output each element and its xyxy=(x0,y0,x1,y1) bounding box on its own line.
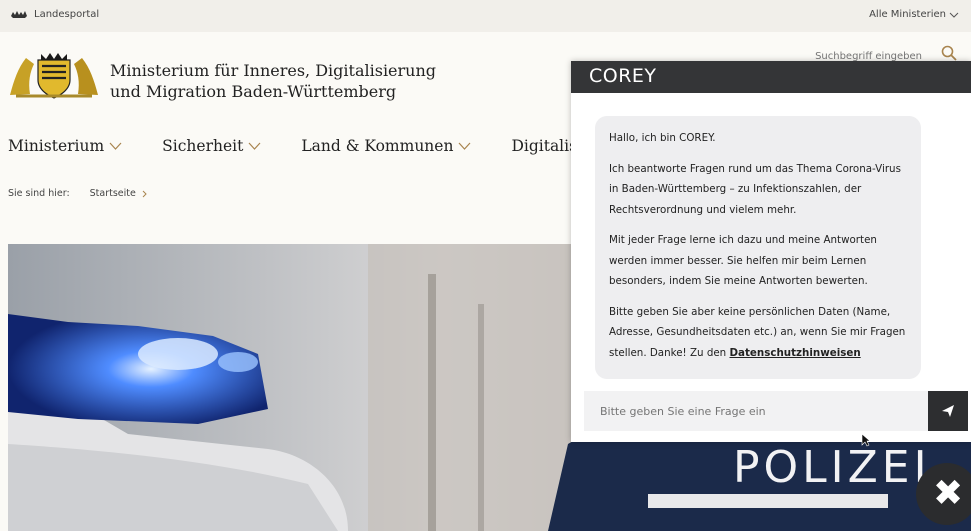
chevron-down-icon xyxy=(459,142,471,150)
landesportal-link[interactable]: Landesportal xyxy=(10,9,99,20)
coat-of-arms-logo[interactable] xyxy=(8,50,100,100)
privacy-link[interactable]: Datenschutzhinweisen xyxy=(730,347,861,359)
paper-plane-icon xyxy=(942,405,954,417)
close-icon: ✖ xyxy=(933,473,964,514)
chat-header: COREY xyxy=(571,61,971,93)
mouse-cursor-icon xyxy=(861,433,871,447)
chevron-down-icon xyxy=(949,12,959,18)
nav-item-label: Sicherheit xyxy=(162,137,244,155)
nav-item-label: Ministerium xyxy=(8,137,105,155)
ministry-title[interactable]: Ministerium für Inneres, Digitalisierung… xyxy=(110,60,436,102)
breadcrumb-home[interactable]: Startseite xyxy=(90,188,147,199)
state-logo-icon xyxy=(11,11,27,18)
top-bar: Landesportal Alle Ministerien xyxy=(0,0,971,32)
ministries-dropdown[interactable]: Alle Ministerien xyxy=(869,9,959,20)
search-icon[interactable] xyxy=(940,44,958,62)
title-line-2: und Migration Baden-Württemberg xyxy=(110,82,397,101)
chat-paragraph: Ich beantworte Fragen rund um das Thema … xyxy=(609,162,901,216)
close-chat-button[interactable]: ✖ xyxy=(916,463,971,525)
chevron-right-icon xyxy=(142,190,147,197)
breadcrumb: Sie sind hier: Startseite xyxy=(8,188,147,199)
nav-item-ministerium[interactable]: Ministerium xyxy=(8,135,122,157)
breadcrumb-home-label: Startseite xyxy=(89,188,136,199)
chat-message-bubble: Hallo, ich bin COREY. Ich beantworte Fra… xyxy=(595,116,921,379)
chatbot-widget: COREY Hallo, ich bin COREY. Ich beantwor… xyxy=(571,61,971,442)
nav-item-sicherheit[interactable]: Sicherheit xyxy=(162,135,261,157)
nav-item-land-kommunen[interactable]: Land & Kommunen xyxy=(301,135,471,157)
nav-item-label: Land & Kommunen xyxy=(301,137,454,155)
main-nav: Ministerium Sicherheit Land & Kommunen D… xyxy=(8,135,668,157)
chat-paragraph: Bitte geben Sie aber keine persönlichen … xyxy=(609,302,907,364)
chat-greeting: Hallo, ich bin COREY. xyxy=(609,132,716,144)
title-line-1: Ministerium für Inneres, Digitalisierung xyxy=(110,61,437,80)
chat-paragraph: Mit jeder Frage lerne ich dazu und meine… xyxy=(609,234,877,287)
chevron-down-icon xyxy=(248,142,261,150)
vest-text: POLIZEI xyxy=(733,442,931,493)
chat-input[interactable] xyxy=(584,391,928,431)
chevron-down-icon xyxy=(109,142,122,150)
landesportal-label: Landesportal xyxy=(34,9,100,20)
ministries-label: Alle Ministerien xyxy=(869,9,946,20)
breadcrumb-prefix: Sie sind hier: xyxy=(8,188,70,199)
send-button[interactable] xyxy=(928,391,968,431)
